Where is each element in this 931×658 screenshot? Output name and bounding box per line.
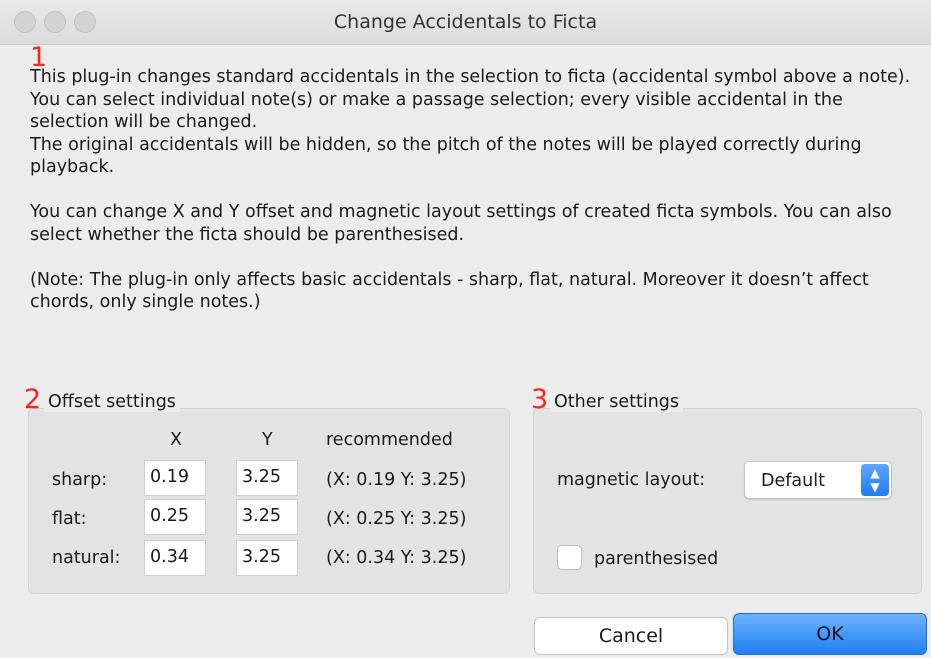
magnetic-layout-value: Default (761, 471, 825, 491)
natural-y-field[interactable]: 3.25 (236, 540, 298, 576)
sharp-y-field[interactable]: 3.25 (236, 460, 298, 496)
flat-y-field[interactable]: 3.25 (236, 499, 298, 535)
natural-x-field[interactable]: 0.34 (144, 540, 206, 576)
header-x: X (170, 430, 182, 450)
other-settings-label: Other settings (550, 392, 684, 412)
sharp-label: sharp: (52, 470, 108, 490)
magnetic-layout-select[interactable]: Default ▲ ▼ (744, 461, 892, 499)
sharp-x-field[interactable]: 0.19 (144, 460, 206, 496)
description-paragraph: You can change X and Y offset and magnet… (30, 202, 892, 245)
annotation-marker-2: 2 (24, 384, 42, 415)
offset-settings-label: Offset settings (44, 392, 180, 412)
natural-label: natural: (52, 548, 121, 568)
description-text: This plug-in changes standard accidental… (30, 66, 920, 314)
parenthesised-checkbox[interactable] (557, 545, 582, 570)
parenthesised-label[interactable]: parenthesised (594, 549, 718, 569)
sharp-recommended: (X: 0.19 Y: 3.25) (326, 470, 467, 490)
description-paragraph: The original accidentals will be hidden,… (30, 134, 862, 178)
annotation-marker-3: 3 (531, 384, 549, 415)
up-down-chevron-icon: ▲ ▼ (861, 464, 889, 496)
description-paragraph: This plug-in changes standard accidental… (30, 67, 911, 132)
header-recommended: recommended (326, 430, 453, 450)
flat-label: flat: (52, 509, 87, 529)
ok-button[interactable]: OK (733, 613, 927, 655)
other-settings-group (533, 408, 922, 594)
cancel-button[interactable]: Cancel (534, 617, 728, 655)
title-bar: Change Accidentals to Ficta (0, 0, 931, 45)
window-title: Change Accidentals to Ficta (333, 11, 598, 33)
natural-recommended: (X: 0.34 Y: 3.25) (326, 548, 467, 568)
flat-recommended: (X: 0.25 Y: 3.25) (326, 509, 467, 529)
description-paragraph: (Note: The plug-in only affects basic ac… (30, 269, 869, 313)
header-y: Y (262, 430, 273, 450)
flat-x-field[interactable]: 0.25 (144, 499, 206, 535)
magnetic-layout-label: magnetic layout: (557, 470, 706, 490)
